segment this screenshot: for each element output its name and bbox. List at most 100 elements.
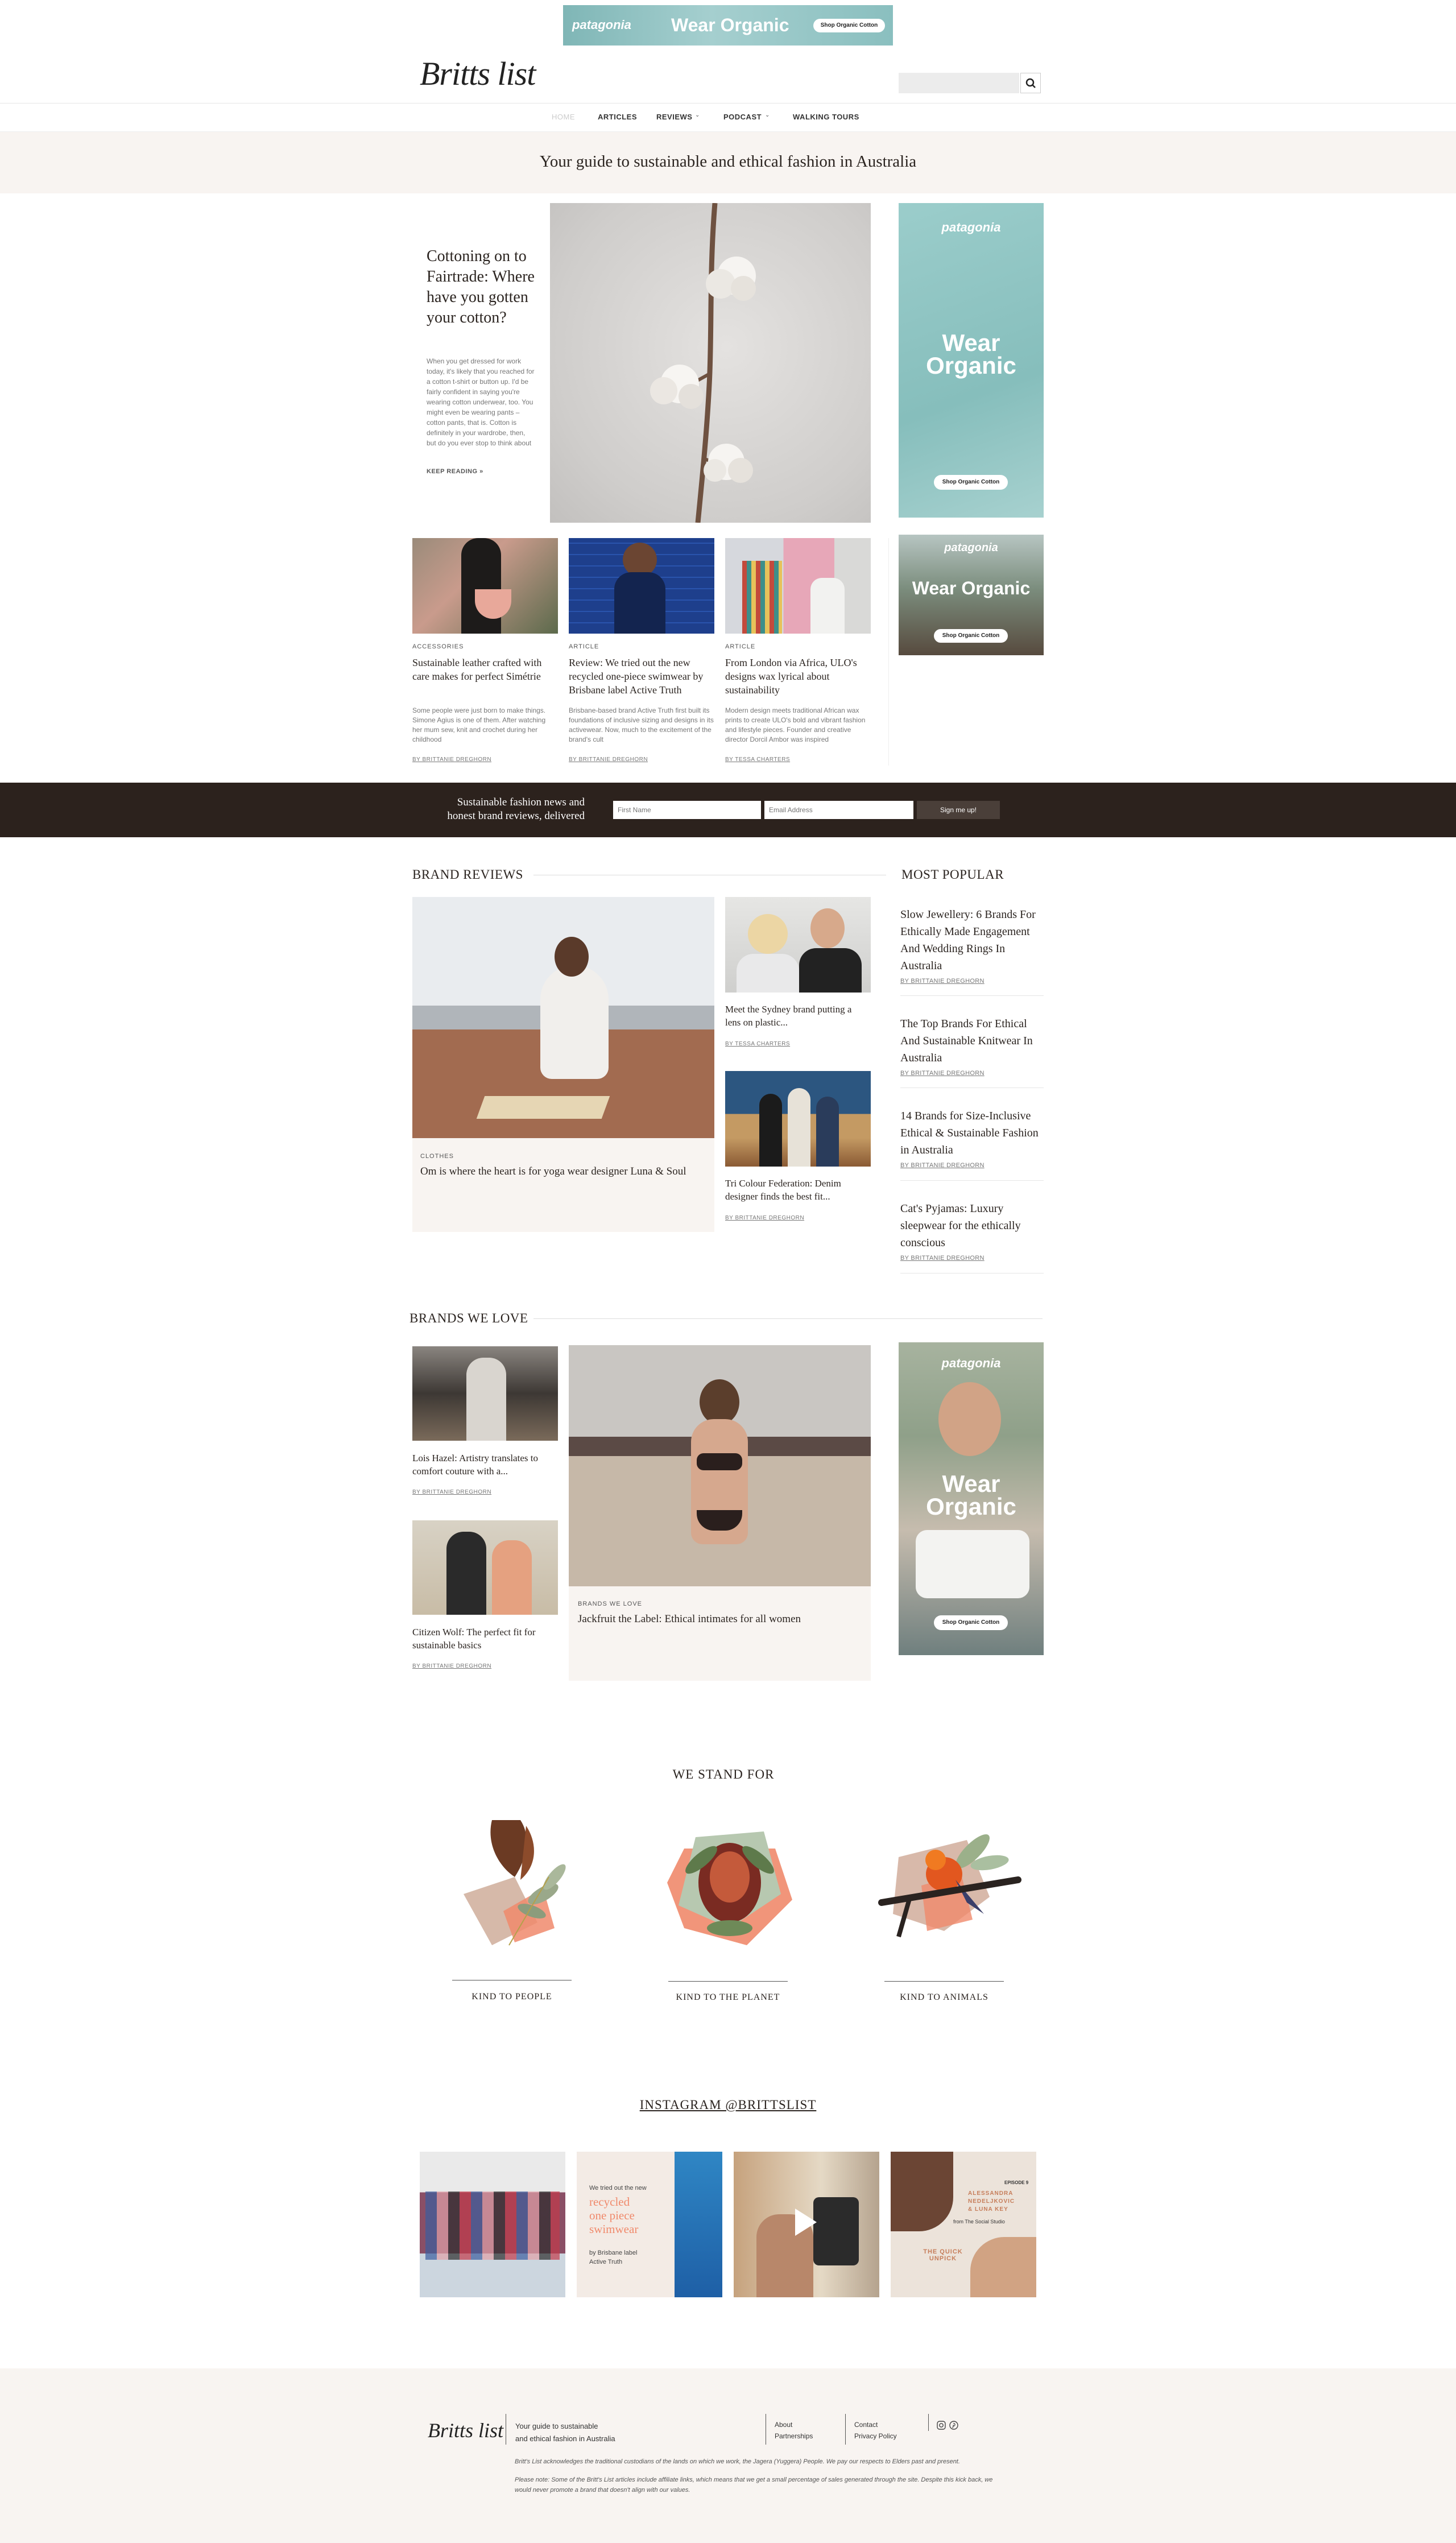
- protea-flower-icon: [667, 1831, 792, 1945]
- footer-note: Please note: Some of the Britt's List ar…: [515, 2476, 993, 2483]
- love-side-byline[interactable]: BY BRITTANIE DREGHORN: [412, 1489, 491, 1495]
- popular-item[interactable]: 14 Brands for Size-Inclusive Ethical & S…: [900, 1107, 1044, 1169]
- post-text: by Brisbane label: [589, 2250, 638, 2256]
- ad-cta-button[interactable]: Shop Organic Cotton: [934, 475, 1008, 490]
- review-side-byline[interactable]: BY BRITTANIE DREGHORN: [725, 1215, 804, 1221]
- bird-branch-icon: [878, 1834, 1021, 1938]
- pinterest-icon[interactable]: [949, 2421, 958, 2430]
- sidebar-ad-3[interactable]: patagonia Wear Organic Shop Organic Cott…: [899, 1342, 1044, 1655]
- ad-cta-button[interactable]: Shop Organic Cotton: [934, 1615, 1008, 1630]
- review-side-image-1[interactable]: [725, 897, 871, 993]
- post-text: EPISODE 9: [1004, 2180, 1029, 2185]
- footer-note: would never promote a brand that doesn't…: [515, 2487, 690, 2494]
- ad-cta-button[interactable]: Shop Organic Cotton: [813, 19, 885, 32]
- site-logo[interactable]: Britts list: [420, 55, 536, 93]
- first-name-field[interactable]: [613, 801, 761, 819]
- card-title[interactable]: From London via Africa, ULO's designs wa…: [725, 656, 870, 697]
- footer-link-contact[interactable]: Contact: [854, 2421, 878, 2429]
- instagram-post-1[interactable]: [420, 2152, 565, 2297]
- card-byline[interactable]: BY BRITTANIE DREGHORN: [569, 756, 648, 763]
- tagline: Your guide to sustainable and ethical fa…: [539, 152, 917, 171]
- popular-byline[interactable]: BY BRITTANIE DREGHORN: [900, 1255, 1044, 1262]
- popular-byline[interactable]: BY BRITTANIE DREGHORN: [900, 978, 1044, 985]
- popular-byline[interactable]: BY BRITTANIE DREGHORN: [900, 1070, 1044, 1077]
- card-title[interactable]: Sustainable leather crafted with care ma…: [412, 656, 552, 683]
- value-rule: [668, 1981, 788, 1982]
- love-main-card[interactable]: BRANDS WE LOVE Jackfruit the Label: Ethi…: [569, 1345, 871, 1681]
- review-side-title[interactable]: Tri Colour Federation: Denim designer fi…: [725, 1177, 867, 1203]
- value-label: KIND TO ANIMALS: [900, 1992, 988, 2002]
- hands-plant-icon: [464, 1820, 566, 1946]
- card-byline[interactable]: BY BRITTANIE DREGHORN: [412, 756, 491, 763]
- instagram-icon[interactable]: [937, 2421, 946, 2430]
- keep-reading-link[interactable]: KEEP READING »: [427, 468, 483, 475]
- popular-item[interactable]: Cat's Pyjamas: Luxury sleepwear for the …: [900, 1200, 1044, 1262]
- popular-item[interactable]: Slow Jewellery: 6 Brands For Ethically M…: [900, 906, 1044, 985]
- popular-title[interactable]: 14 Brands for Size-Inclusive Ethical & S…: [900, 1107, 1044, 1159]
- review-main-card[interactable]: CLOTHES Om is where the heart is for yog…: [412, 897, 714, 1232]
- post-text: We tried out the new: [589, 2185, 647, 2191]
- card-byline[interactable]: BY TESSA CHARTERS: [725, 756, 790, 763]
- footer-link-partnerships[interactable]: Partnerships: [775, 2432, 813, 2440]
- popular-byline[interactable]: BY BRITTANIE DREGHORN: [900, 1162, 1044, 1169]
- post-text: NEDELJKOVIC: [968, 2198, 1015, 2205]
- sidebar-ad-2[interactable]: patagonia Wear Organic Shop Organic Cott…: [899, 535, 1044, 655]
- email-field[interactable]: [764, 801, 913, 819]
- love-side-title[interactable]: Citizen Wolf: The perfect fit for sustai…: [412, 1626, 555, 1652]
- signup-button[interactable]: Sign me up!: [917, 801, 1000, 819]
- nav-home[interactable]: HOME: [552, 113, 575, 121]
- post-text: swimwear: [589, 2222, 639, 2236]
- popular-title[interactable]: Cat's Pyjamas: Luxury sleepwear for the …: [900, 1200, 1044, 1251]
- card-category: ACCESSORIES: [412, 643, 464, 650]
- love-side-image-2[interactable]: [412, 1520, 558, 1615]
- love-title[interactable]: Jackfruit the Label: Ethical intimates f…: [578, 1612, 862, 1627]
- feature-image[interactable]: [550, 203, 871, 523]
- kind-to-people-illustration[interactable]: [452, 1809, 589, 1951]
- nav-walking-tours[interactable]: WALKING TOURS: [793, 113, 859, 121]
- love-side-byline[interactable]: BY BRITTANIE DREGHORN: [412, 1663, 491, 1669]
- popular-title[interactable]: Slow Jewellery: 6 Brands For Ethically M…: [900, 906, 1044, 974]
- review-title[interactable]: Om is where the heart is for yoga wear d…: [420, 1164, 705, 1179]
- play-icon[interactable]: [795, 2209, 817, 2236]
- card-image-2[interactable]: [569, 538, 714, 634]
- card-image-3[interactable]: [725, 538, 871, 634]
- card-image-1[interactable]: [412, 538, 558, 634]
- popular-divider: [900, 1180, 1044, 1181]
- search-button[interactable]: [1020, 73, 1041, 93]
- review-side-title[interactable]: Meet the Sydney brand putting a lens on …: [725, 1003, 867, 1029]
- popular-title[interactable]: The Top Brands For Ethical And Sustainab…: [900, 1015, 1044, 1066]
- nav-articles[interactable]: ARTICLES: [598, 113, 637, 121]
- review-side-image-2[interactable]: [725, 1071, 871, 1167]
- footer-logo[interactable]: Britts list: [428, 2418, 503, 2442]
- feature-title[interactable]: Cottoning on to Fairtrade: Where have yo…: [427, 246, 540, 328]
- review-main-image: [412, 897, 714, 1138]
- love-category: BRANDS WE LOVE: [578, 1601, 643, 1607]
- review-category: CLOTHES: [420, 1153, 454, 1160]
- card-excerpt: Brisbane-based brand Active Truth first …: [569, 706, 714, 743]
- post-text: THE QUICK UNPICK: [923, 2248, 963, 2262]
- ad-cta-button[interactable]: Shop Organic Cotton: [934, 629, 1008, 643]
- love-side-title[interactable]: Lois Hazel: Artistry translates to comfo…: [412, 1452, 555, 1478]
- footer-link-privacy[interactable]: Privacy Policy: [854, 2432, 897, 2440]
- instagram-post-3[interactable]: [734, 2152, 879, 2297]
- instagram-post-4[interactable]: EPISODE 9 ALESSANDRA NEDELJKOVIC & LUNA …: [891, 2152, 1036, 2297]
- instagram-heading[interactable]: INSTAGRAM @BRITTSLIST: [0, 2098, 1456, 2112]
- card-title[interactable]: Review: We tried out the new recycled on…: [569, 656, 712, 697]
- sidebar-ad-1[interactable]: patagonia Wear Organic Shop Organic Cott…: [899, 203, 1044, 518]
- nav-reviews[interactable]: REVIEWS: [656, 113, 692, 121]
- love-side-image-1[interactable]: [412, 1346, 558, 1441]
- kind-to-planet-illustration[interactable]: [661, 1814, 798, 1951]
- footer-tagline: and ethical fashion in Australia: [515, 2434, 615, 2443]
- ad-brand-logo: patagonia: [941, 220, 1001, 234]
- review-side-byline[interactable]: BY TESSA CHARTERS: [725, 1041, 790, 1047]
- chevron-down-icon: ⌄: [695, 112, 700, 118]
- top-banner-ad[interactable]: patagonia Wear Organic Shop Organic Cott…: [563, 5, 893, 46]
- card-category: ARTICLE: [725, 643, 756, 650]
- search-input[interactable]: [899, 73, 1019, 93]
- footer-tagline: Your guide to sustainable: [515, 2422, 598, 2430]
- popular-item[interactable]: The Top Brands For Ethical And Sustainab…: [900, 1015, 1044, 1077]
- instagram-post-2[interactable]: We tried out the new recycled one piece …: [577, 2152, 722, 2297]
- nav-podcast[interactable]: PODCAST: [723, 113, 762, 121]
- footer-link-about[interactable]: About: [775, 2421, 792, 2429]
- kind-to-animals-illustration[interactable]: [876, 1817, 1024, 1954]
